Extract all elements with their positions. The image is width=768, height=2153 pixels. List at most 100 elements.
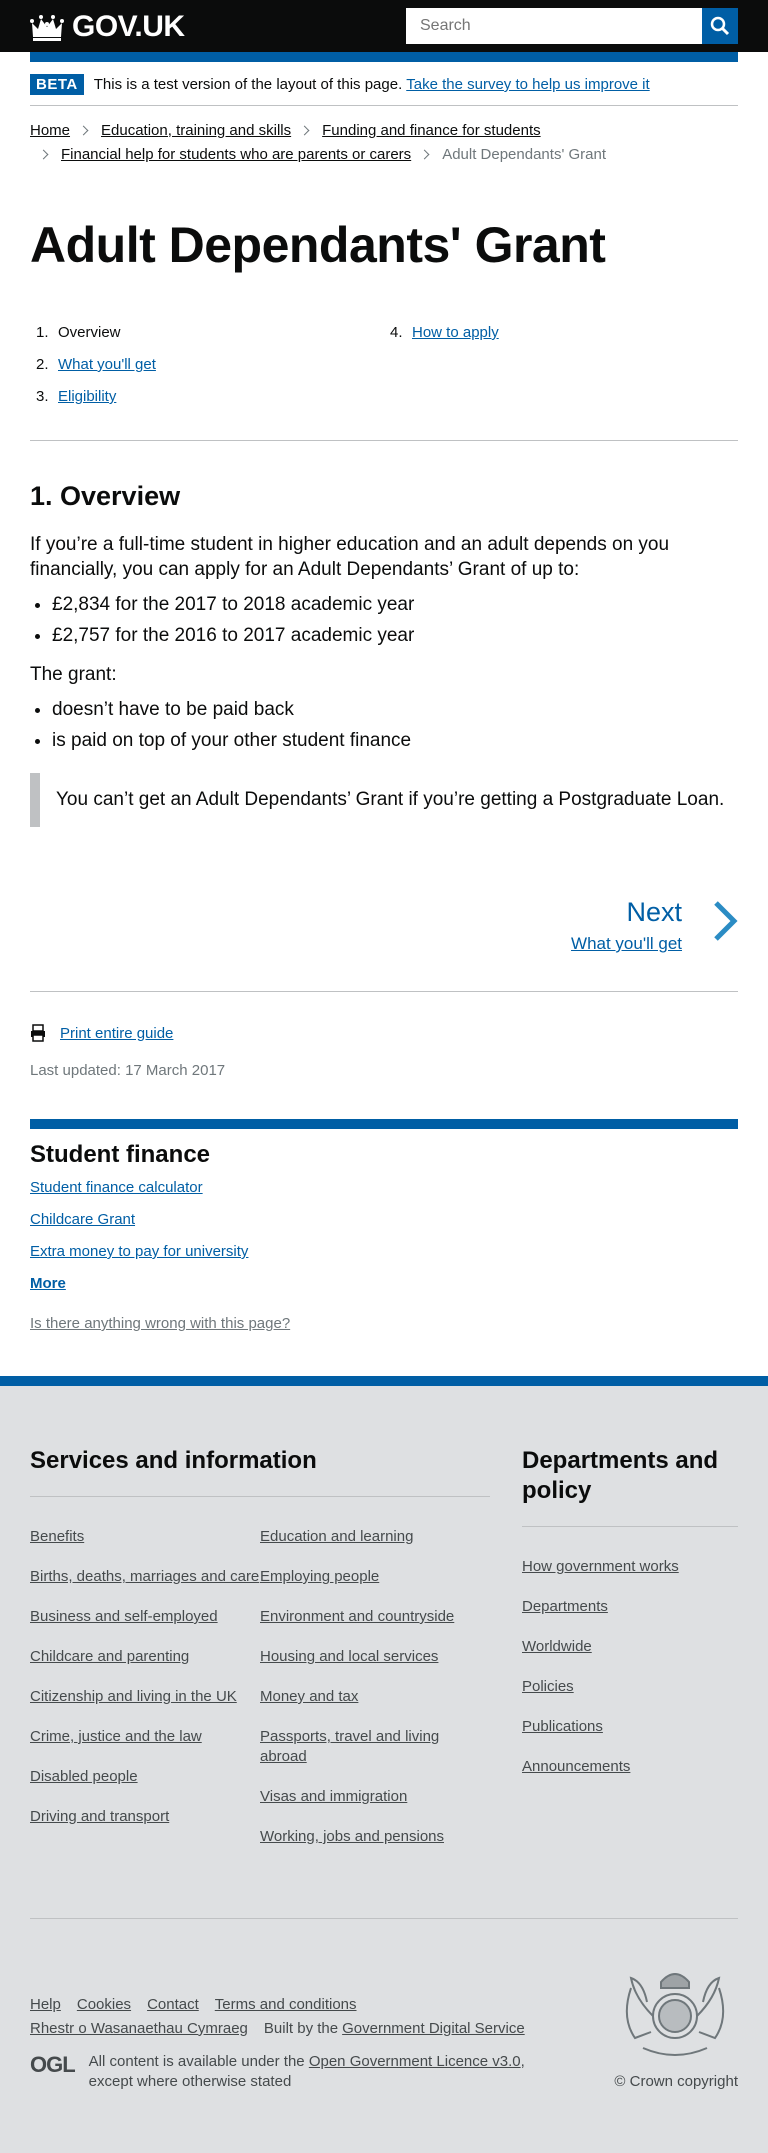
footer-link[interactable]: Disabled people [30, 1768, 138, 1785]
grant-points-list: doesn’t have to be paid back is paid on … [30, 697, 738, 753]
footer-link[interactable]: Housing and local services [260, 1648, 438, 1665]
footer-link[interactable]: Money and tax [260, 1688, 358, 1705]
footer-link[interactable]: Publications [522, 1718, 603, 1735]
footer-link[interactable]: Visas and immigration [260, 1788, 407, 1805]
related-more-link[interactable]: More [30, 1275, 66, 1292]
report-problem: Is there anything wrong with this page? [30, 1315, 738, 1332]
footer-link[interactable]: Births, deaths, marriages and care [30, 1568, 259, 1585]
copyright-text: © Crown copyright [614, 2073, 738, 2090]
breadcrumb-funding[interactable]: Funding and finance for students [322, 122, 540, 139]
contents-link-eligibility[interactable]: Eligibility [58, 388, 116, 420]
footer-link[interactable]: Environment and countryside [260, 1608, 454, 1625]
footer-help-link[interactable]: Help [30, 1996, 61, 2013]
contents-number: 2. [36, 356, 49, 373]
chevron-right-icon [299, 125, 310, 135]
footer-link[interactable]: Business and self-employed [30, 1608, 218, 1625]
footer-services: Services and information Benefits Births… [30, 1446, 490, 1867]
divider [30, 991, 738, 992]
pagination: Next What you'll get [30, 897, 738, 957]
footer-link[interactable]: Crime, justice and the law [30, 1728, 202, 1745]
next-label: Next [626, 897, 682, 927]
contents-item: 1. Overview [30, 324, 384, 356]
contents-item: 3. Eligibility [30, 388, 384, 420]
footer-link[interactable]: Driving and transport [30, 1808, 169, 1825]
search-icon [710, 16, 730, 36]
inset-text: You can’t get an Adult Dependants’ Grant… [30, 773, 738, 827]
footer-link[interactable]: Policies [522, 1678, 574, 1695]
footer-link[interactable]: Benefits [30, 1528, 84, 1545]
next-page-link[interactable]: Next What you'll get [571, 897, 682, 954]
govuk-logo[interactable]: GOV.UK [30, 10, 185, 44]
logo-text: GOV.UK [72, 10, 185, 43]
section-heading: 1. Overview [30, 481, 181, 511]
footer-link[interactable]: How government works [522, 1558, 679, 1575]
services-col-1: Benefits Births, deaths, marriages and c… [30, 1527, 260, 1867]
footer-cookies-link[interactable]: Cookies [77, 1996, 131, 2013]
footer-terms-link[interactable]: Terms and conditions [215, 1996, 357, 2013]
footer-link[interactable]: Employing people [260, 1568, 379, 1585]
contents-col-2: 4. How to apply [384, 324, 738, 420]
royal-coat-of-arms-icon [625, 1973, 725, 2056]
related-link-calculator[interactable]: Student finance calculator [30, 1179, 203, 1196]
intro-paragraph: If you’re a full-time student in higher … [30, 534, 670, 580]
breadcrumb-current: Adult Dependants' Grant [442, 145, 606, 163]
footer-services-heading: Services and information [30, 1446, 490, 1497]
beta-banner: BETA This is a test version of the layou… [30, 74, 738, 106]
contents-col-1: 1. Overview 2. What you'll get 3. Eligib… [30, 324, 384, 420]
footer-link[interactable]: Announcements [522, 1758, 630, 1775]
contents-link-how-to-apply[interactable]: How to apply [412, 324, 499, 356]
gds-link[interactable]: Government Digital Service [342, 2020, 525, 2037]
grant-label: The grant: [30, 664, 117, 685]
footer-contact-link[interactable]: Contact [147, 1996, 199, 2013]
site-footer: Services and information Benefits Births… [0, 1376, 768, 2153]
breadcrumb-education[interactable]: Education, training and skills [101, 122, 291, 139]
breadcrumb: Home Education, training and skills Fund… [30, 118, 738, 166]
search-form [406, 8, 738, 44]
contents-current: Overview [58, 324, 121, 341]
footer-divider [30, 1918, 738, 1919]
crown-copyright: © Crown copyright [613, 1958, 738, 2090]
printer-icon [31, 1024, 45, 1042]
list-item: £2,834 for the 2017 to 2018 academic yea… [52, 592, 738, 617]
breadcrumb-financial-help[interactable]: Financial help for students who are pare… [61, 146, 411, 163]
related-link-childcare-grant[interactable]: Childcare Grant [30, 1211, 135, 1228]
footer-departments-heading: Departments and policy [522, 1446, 738, 1527]
search-input[interactable] [406, 8, 702, 44]
list-item: doesn’t have to be paid back [52, 697, 738, 722]
related-links: Student finance Student finance calculat… [30, 1119, 738, 1307]
survey-link[interactable]: Take the survey to help us improve it [406, 76, 649, 93]
footer-meta: Help Cookies Contact Terms and condition… [30, 1992, 559, 2092]
chevron-right-icon [38, 149, 49, 159]
amounts-list: £2,834 for the 2017 to 2018 academic yea… [30, 592, 738, 648]
ogl-link[interactable]: Open Government Licence v3.0 [309, 2053, 521, 2070]
footer-link[interactable]: Childcare and parenting [30, 1648, 189, 1665]
contents-number: 4. [390, 324, 403, 341]
contents-item: 4. How to apply [384, 324, 738, 356]
footer-link[interactable]: Citizenship and living in the UK [30, 1688, 237, 1705]
search-button[interactable] [702, 8, 738, 44]
footer-link[interactable]: Passports, travel and living abroad [260, 1728, 439, 1765]
report-problem-link[interactable]: Is there anything wrong with this page? [30, 1315, 290, 1332]
print-guide-link[interactable]: Print entire guide [60, 1025, 173, 1042]
contents-link-what-youll-get[interactable]: What you'll get [58, 356, 156, 388]
footer-welsh-link[interactable]: Rhestr o Wasanaethau Cymraeg [30, 2020, 248, 2037]
print-guide: Print entire guide [30, 1024, 738, 1042]
contents-number: 3. [36, 388, 49, 405]
related-link-extra-money[interactable]: Extra money to pay for university [30, 1243, 248, 1260]
ogl-logo: OGL [30, 2052, 76, 2077]
crown-icon [30, 15, 64, 41]
built-by-text: Built by the [263, 2019, 339, 2037]
beta-text: This is a test version of the layout of … [93, 76, 403, 93]
footer-link[interactable]: Working, jobs and pensions [260, 1828, 444, 1845]
breadcrumb-home[interactable]: Home [30, 122, 70, 139]
footer-link[interactable]: Departments [522, 1598, 608, 1615]
related-list: Student finance calculator Childcare Gra… [30, 1179, 738, 1307]
footer-departments: Departments and policy How government wo… [522, 1446, 738, 1797]
footer-link[interactable]: Education and learning [260, 1528, 413, 1545]
page-title: Adult Dependants' Grant [30, 217, 606, 273]
contents-number: 1. [36, 324, 49, 341]
beta-tag: BETA [30, 74, 84, 95]
chevron-right-icon [714, 901, 738, 941]
footer-link[interactable]: Worldwide [522, 1638, 592, 1655]
site-header: GOV.UK [0, 0, 768, 52]
